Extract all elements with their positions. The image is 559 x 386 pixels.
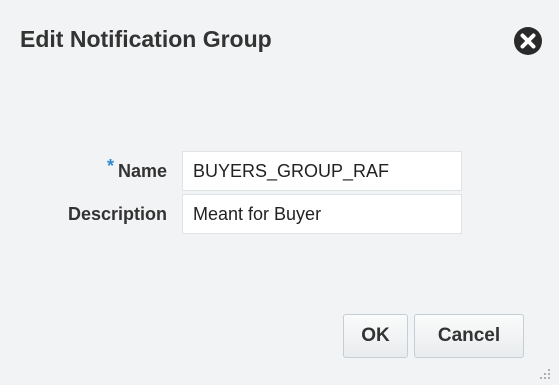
required-indicator: * xyxy=(106,156,114,176)
description-input[interactable] xyxy=(182,194,462,234)
close-icon xyxy=(514,27,542,55)
dialog-title: Edit Notification Group xyxy=(20,26,272,52)
cancel-button[interactable]: Cancel xyxy=(414,314,524,358)
description-label-wrap: Description xyxy=(0,194,167,234)
name-label-wrap: * Name xyxy=(0,151,167,191)
description-label: Description xyxy=(67,204,167,224)
name-label-text: Name xyxy=(117,161,167,181)
edit-notification-group-dialog: Edit Notification Group *Name Descriptio… xyxy=(0,0,559,385)
close-dialog-button[interactable] xyxy=(513,26,543,56)
name-label: * Name xyxy=(107,156,167,182)
ok-button[interactable]: OK xyxy=(343,314,408,358)
dialog-title-bar: Edit Notification Group xyxy=(0,14,559,68)
name-input[interactable] xyxy=(182,151,462,191)
resize-grip-icon[interactable] xyxy=(536,365,552,381)
